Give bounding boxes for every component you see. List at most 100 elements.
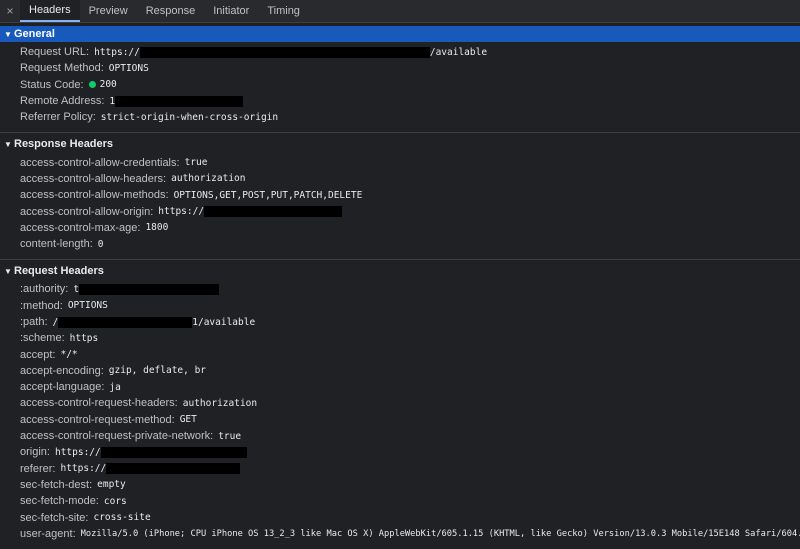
header-row: :authority: t	[0, 281, 800, 297]
header-name: accept-language:	[20, 381, 105, 394]
header-value: authorization	[171, 173, 246, 185]
header-value: 200	[99, 79, 117, 91]
header-row: accept-language: ja	[0, 379, 800, 395]
header-name: access-control-request-method:	[20, 413, 175, 426]
header-value: GET	[179, 414, 197, 426]
header-name: :authority:	[20, 283, 69, 296]
redaction-bar	[204, 206, 343, 218]
response-headers-section-header[interactable]: ▼ Response Headers	[0, 136, 800, 152]
header-value: https://	[60, 463, 107, 475]
redaction-bar	[100, 446, 247, 458]
header-value: https	[69, 332, 99, 344]
header-row: sec-fetch-mode: cors	[0, 493, 800, 509]
header-name: origin:	[20, 446, 50, 459]
status-ok-icon	[88, 81, 96, 89]
header-row: sec-fetch-site: cross-site	[0, 509, 800, 525]
section-title: Response Headers	[14, 138, 114, 151]
header-name: sec-fetch-site:	[20, 511, 89, 524]
header-name: referer:	[20, 462, 56, 475]
header-name: access-control-request-headers:	[20, 397, 178, 410]
header-row: accept: */*	[0, 346, 800, 362]
header-name: access-control-allow-methods:	[20, 189, 169, 202]
header-value: authorization	[182, 397, 258, 409]
header-value: https://	[158, 206, 205, 218]
response-headers-section: ▼ Response Headers access-control-allow-…	[0, 132, 800, 259]
header-row: access-control-request-method: GET	[0, 412, 800, 428]
header-row-request-method: Request Method: OPTIONS	[0, 60, 800, 76]
header-value: ja	[109, 381, 121, 393]
header-name: access-control-max-age:	[20, 221, 141, 234]
redaction-bar	[58, 316, 193, 328]
header-value: Mozilla/5.0 (iPhone; CPU iPhone OS 13_2_…	[80, 528, 800, 539]
header-row: origin: https://	[0, 444, 800, 460]
tab-response[interactable]: Response	[137, 0, 205, 22]
header-value: empty	[97, 479, 126, 491]
header-value: cors	[103, 495, 127, 507]
header-name: :path:	[20, 316, 48, 328]
request-headers-section: ▼ Request Headers :authority: t :method:…	[0, 259, 800, 549]
header-row: :method: OPTIONS	[0, 298, 800, 314]
header-row: access-control-allow-origin: https://	[0, 203, 800, 219]
header-value: true	[184, 157, 208, 169]
triangle-down-icon: ▼	[4, 29, 12, 39]
header-row: access-control-request-private-network: …	[0, 428, 800, 444]
header-name: Request Method:	[20, 62, 104, 75]
header-name: access-control-allow-headers:	[20, 172, 167, 185]
header-value: https://	[94, 46, 140, 58]
header-row: access-control-allow-methods: OPTIONS,GE…	[0, 187, 800, 203]
section-title: Request Headers	[14, 265, 104, 278]
header-row-status-code: Status Code: 200	[0, 77, 800, 93]
header-name: access-control-allow-origin:	[20, 205, 154, 218]
header-name: access-control-allow-credentials:	[20, 156, 180, 169]
header-row: content-length: 0	[0, 236, 800, 252]
header-value: OPTIONS	[67, 300, 108, 312]
header-name: content-length:	[20, 238, 93, 251]
redaction-bar	[115, 95, 244, 107]
close-icon[interactable]: ×	[0, 0, 20, 22]
header-value: cross-site	[93, 512, 151, 524]
header-row: :path: / 1/available	[0, 314, 800, 330]
header-name: sec-fetch-mode:	[20, 495, 99, 508]
header-row-referrer-policy: Referrer Policy: strict-origin-when-cros…	[0, 109, 800, 125]
header-row: access-control-max-age: 1800	[0, 220, 800, 236]
header-name: user-agent:	[20, 527, 76, 540]
header-row: access-control-request-headers: authoriz…	[0, 395, 800, 411]
tab-headers[interactable]: Headers	[20, 0, 80, 22]
header-value: 0	[97, 238, 104, 250]
header-value: https://	[54, 446, 101, 458]
header-value-suffix: /available	[429, 46, 488, 58]
header-value: strict-origin-when-cross-origin	[100, 111, 279, 123]
header-row: access-control-allow-headers: authorizat…	[0, 171, 800, 187]
header-name: accept-encoding:	[20, 364, 104, 377]
section-title: General	[14, 28, 55, 40]
header-name: Remote Address:	[20, 95, 105, 108]
header-name: :scheme:	[20, 332, 65, 345]
triangle-down-icon: ▼	[4, 139, 12, 149]
request-headers-section-header[interactable]: ▼ Request Headers	[0, 263, 800, 279]
redaction-bar	[79, 283, 220, 295]
devtools-tab-bar: × Headers Preview Response Initiator Tim…	[0, 0, 800, 23]
tab-preview[interactable]: Preview	[80, 0, 137, 22]
header-name: Status Code:	[20, 78, 84, 91]
header-row: :scheme: https	[0, 330, 800, 346]
general-section: ▼ General Request URL: https:// /availab…	[0, 23, 800, 132]
header-value: */*	[60, 349, 78, 361]
header-name: Referrer Policy:	[20, 111, 96, 124]
header-value: OPTIONS	[108, 62, 149, 74]
general-section-header[interactable]: ▼ General	[0, 26, 800, 42]
header-value: OPTIONS,GET,POST,PUT,PATCH,DELETE	[173, 189, 363, 201]
header-row: accept-encoding: gzip, deflate, br	[0, 363, 800, 379]
header-value: 1800	[145, 222, 169, 234]
header-name: sec-fetch-dest:	[20, 478, 93, 491]
redaction-bar	[106, 463, 241, 475]
header-row-remote-address: Remote Address: 1	[0, 93, 800, 109]
tab-initiator[interactable]: Initiator	[204, 0, 258, 22]
triangle-down-icon: ▼	[4, 266, 12, 276]
header-row: referer: https://	[0, 461, 800, 477]
redaction-bar	[139, 46, 430, 58]
header-row-request-url: Request URL: https:// /available	[0, 44, 800, 60]
header-row: sec-fetch-dest: empty	[0, 477, 800, 493]
header-name: Request URL:	[20, 46, 90, 59]
header-row: access-control-allow-credentials: true	[0, 154, 800, 170]
tab-timing[interactable]: Timing	[258, 0, 309, 22]
